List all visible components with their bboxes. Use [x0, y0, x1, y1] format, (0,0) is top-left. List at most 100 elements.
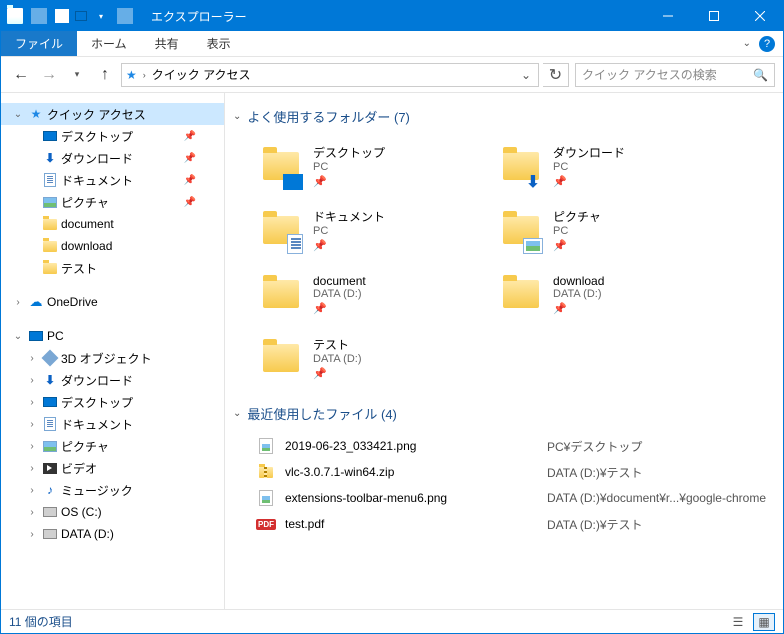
- folder-name: ダウンロード: [553, 144, 625, 161]
- qat-properties-icon[interactable]: [55, 9, 69, 23]
- explorer-icon: [7, 8, 23, 24]
- section-title: よく使用するフォルダー (7): [247, 107, 410, 126]
- close-button[interactable]: [737, 1, 783, 31]
- address-dropdown-icon[interactable]: ⌄: [518, 68, 534, 82]
- address-bar[interactable]: ★ › クイック アクセス ⌄: [121, 63, 539, 87]
- search-placeholder: クイック アクセスの検索: [582, 66, 717, 83]
- tree-item[interactable]: ›デスクトップ: [1, 391, 224, 413]
- nav-recent-dropdown[interactable]: ▾: [65, 63, 89, 87]
- quick-access-star-icon: ★: [27, 106, 45, 122]
- chevron-right-icon[interactable]: ›: [25, 441, 39, 452]
- tree-item[interactable]: document: [1, 213, 224, 235]
- tree-item[interactable]: ›3D オブジェクト: [1, 347, 224, 369]
- tab-view[interactable]: 表示: [193, 31, 245, 56]
- folder-item[interactable]: downloadDATA (D:)📌: [497, 264, 737, 324]
- tree-quick-access[interactable]: ⌄ ★ クイック アクセス: [1, 103, 224, 125]
- chevron-down-icon[interactable]: ⌄: [233, 111, 241, 122]
- tree-label: ミュージック: [61, 482, 133, 499]
- tree-item[interactable]: ›ドキュメント: [1, 413, 224, 435]
- nav-forward-button[interactable]: →: [37, 63, 61, 87]
- folder-item[interactable]: documentDATA (D:)📌: [257, 264, 497, 324]
- tree-pc[interactable]: ⌄ PC: [1, 325, 224, 347]
- recent-file-item[interactable]: vlc-3.0.7.1-win64.zipDATA (D:)¥テスト: [257, 459, 773, 485]
- folder-item[interactable]: テストDATA (D:)📌: [257, 328, 497, 388]
- search-icon[interactable]: 🔍: [753, 68, 768, 82]
- minimize-button[interactable]: [645, 1, 691, 31]
- recent-file-item[interactable]: 2019-06-23_033421.pngPC¥デスクトップ: [257, 433, 773, 459]
- chevron-right-icon[interactable]: ›: [25, 529, 39, 540]
- tab-share[interactable]: 共有: [141, 31, 193, 56]
- folder-item[interactable]: ピクチャPC📌: [497, 200, 737, 260]
- ribbon-expand-icon[interactable]: ⌄: [743, 38, 751, 49]
- chevron-right-icon[interactable]: ›: [25, 485, 39, 496]
- qat-newfolder-icon[interactable]: [73, 8, 89, 24]
- folder-item[interactable]: ドキュメントPC📌: [257, 200, 497, 260]
- tab-home[interactable]: ホーム: [77, 31, 141, 56]
- chevron-right-icon[interactable]: ›: [25, 463, 39, 474]
- refresh-button[interactable]: ↻: [543, 63, 569, 87]
- file-location: DATA (D:)¥document¥r...¥google-chrome: [547, 491, 766, 505]
- zip-icon: [257, 463, 275, 481]
- view-switcher: ☰ ▦: [727, 613, 775, 631]
- tree-label: ピクチャ: [61, 194, 109, 211]
- nav-pane[interactable]: ⌄ ★ クイック アクセス デスクトップ📌⬇ダウンロード📌ドキュメント📌ピクチャ…: [1, 93, 225, 609]
- tree-item[interactable]: ›OS (C:): [1, 501, 224, 523]
- ribbon-tabs: ファイル ホーム 共有 表示 ⌄ ?: [1, 31, 783, 57]
- maximize-button[interactable]: [691, 1, 737, 31]
- qat-dropdown-icon[interactable]: ▾: [93, 8, 109, 24]
- tree-item[interactable]: ⬇ダウンロード📌: [1, 147, 224, 169]
- chevron-right-icon[interactable]: ›: [25, 397, 39, 408]
- tree-item[interactable]: download: [1, 235, 224, 257]
- chevron-right-icon[interactable]: ›: [143, 70, 146, 80]
- tree-onedrive[interactable]: › ☁ OneDrive: [1, 291, 224, 313]
- chevron-right-icon[interactable]: ›: [25, 353, 39, 364]
- folder-location: DATA (D:): [313, 353, 361, 365]
- chevron-right-icon[interactable]: ›: [25, 375, 39, 386]
- folder-item[interactable]: デスクトップPC📌: [257, 136, 497, 196]
- pin-icon: 📌: [184, 131, 196, 142]
- search-box[interactable]: クイック アクセスの検索 🔍: [575, 63, 775, 87]
- tree-item[interactable]: ›ビデオ: [1, 457, 224, 479]
- chevron-right-icon[interactable]: ›: [11, 297, 25, 308]
- folder-icon: [41, 238, 59, 254]
- recent-file-item[interactable]: extensions-toolbar-menu6.png DATA (D:)¥do…: [257, 485, 773, 511]
- section-frequent-folders[interactable]: ⌄ よく使用するフォルダー (7): [233, 107, 773, 126]
- tree-label: OneDrive: [47, 295, 98, 309]
- pin-icon: 📌: [184, 153, 196, 164]
- file-name: extensions-toolbar-menu6.png: [285, 491, 537, 505]
- section-recent-files[interactable]: ⌄ 最近使用したファイル (4): [233, 404, 773, 423]
- tree-item[interactable]: デスクトップ📌: [1, 125, 224, 147]
- tree-item[interactable]: テスト: [1, 257, 224, 279]
- download-icon: ⬇: [41, 150, 59, 166]
- chevron-down-icon[interactable]: ⌄: [233, 408, 241, 419]
- folder-name: テスト: [313, 336, 361, 353]
- tree-item[interactable]: ›DATA (D:): [1, 523, 224, 545]
- tree-label: download: [61, 239, 112, 253]
- view-details-button[interactable]: ☰: [727, 613, 749, 631]
- tree-item[interactable]: ピクチャ📌: [1, 191, 224, 213]
- tab-file[interactable]: ファイル: [1, 31, 77, 56]
- pin-icon: 📌: [313, 239, 385, 252]
- chevron-down-icon[interactable]: ⌄: [11, 109, 25, 120]
- chevron-right-icon[interactable]: ›: [25, 419, 39, 430]
- 3d-icon: [41, 350, 59, 366]
- tree-item[interactable]: ドキュメント📌: [1, 169, 224, 191]
- folder-item[interactable]: ⬇ダウンロードPC📌: [497, 136, 737, 196]
- tree-item[interactable]: ›ピクチャ: [1, 435, 224, 457]
- image-icon: [257, 437, 275, 455]
- view-large-icons-button[interactable]: ▦: [753, 613, 775, 631]
- chevron-down-icon[interactable]: ⌄: [11, 331, 25, 342]
- folder-location: PC: [313, 225, 385, 237]
- recent-file-item[interactable]: PDFtest.pdfDATA (D:)¥テスト: [257, 511, 773, 537]
- folder-icon: [257, 270, 305, 318]
- folder-icon: ⬇: [497, 142, 545, 190]
- tree-label: ダウンロード: [61, 372, 133, 389]
- picture-icon: [41, 194, 59, 210]
- nav-back-button[interactable]: ←: [9, 63, 33, 87]
- help-icon[interactable]: ?: [759, 36, 775, 52]
- content-pane[interactable]: ⌄ よく使用するフォルダー (7) デスクトップPC📌⬇ダウンロードPC📌ドキュ…: [225, 93, 783, 609]
- chevron-right-icon[interactable]: ›: [25, 507, 39, 518]
- tree-item[interactable]: ›⬇ダウンロード: [1, 369, 224, 391]
- nav-up-button[interactable]: ↑: [93, 63, 117, 87]
- tree-item[interactable]: ›♪ミュージック: [1, 479, 224, 501]
